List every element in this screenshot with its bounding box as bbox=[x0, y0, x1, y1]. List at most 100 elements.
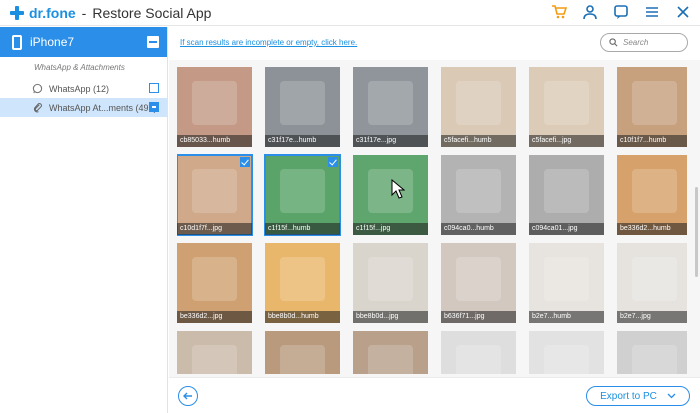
tile-caption: cb85033...humb bbox=[177, 135, 252, 147]
user-icon[interactable] bbox=[581, 3, 599, 21]
feedback-icon[interactable] bbox=[612, 3, 630, 21]
brand-name: dr.fone bbox=[29, 4, 76, 21]
tile-caption: c10d1f7f...jpg bbox=[177, 223, 252, 235]
menu-icon[interactable] bbox=[643, 3, 661, 21]
thumbnail-image bbox=[544, 81, 589, 126]
media-tile[interactable]: c5facefi...humb bbox=[441, 67, 516, 147]
sidebar: iPhone7 WhatsApp & Attachments WhatsApp … bbox=[0, 27, 168, 413]
thumbnail-image bbox=[280, 345, 325, 374]
media-tile[interactable]: c5facefi...jpg bbox=[529, 67, 604, 147]
search-placeholder: Search bbox=[623, 38, 649, 47]
search-icon bbox=[609, 38, 618, 47]
app-window: dr.fone - Restore Social App iPhone7 Wha… bbox=[0, 0, 700, 413]
app-logo: dr.fone bbox=[10, 5, 76, 21]
device-name: iPhone7 bbox=[30, 35, 75, 49]
chevron-down-icon[interactable] bbox=[667, 393, 676, 399]
tile-caption: c31f17e...humb bbox=[265, 135, 340, 147]
sidebar-item-label: WhatsApp At...ments (497) bbox=[49, 102, 157, 113]
titlebar-icons bbox=[550, 3, 692, 21]
media-tile[interactable]: c10f1f7...humb bbox=[617, 67, 687, 147]
tile-caption: c094ca01...jpg bbox=[529, 223, 604, 235]
thumbnail-image bbox=[632, 345, 677, 374]
media-tile[interactable]: bbe8b0d...humb bbox=[265, 243, 340, 323]
tile-caption: c31f17e...jpg bbox=[353, 135, 428, 147]
tile-checkbox[interactable] bbox=[240, 157, 250, 167]
media-tile[interactable]: c31f17e...humb bbox=[265, 67, 340, 147]
tile-caption: c5facefi...humb bbox=[441, 135, 516, 147]
thumbnail-image bbox=[456, 345, 501, 374]
whatsapp-icon bbox=[32, 83, 43, 94]
thumbnail-image bbox=[192, 169, 237, 214]
media-tile[interactable]: be336d2...jpg bbox=[177, 243, 252, 323]
section-label: WhatsApp & Attachments bbox=[34, 63, 125, 72]
thumbnail-image bbox=[192, 257, 237, 302]
scan-hint-link[interactable]: If scan results are incomplete or empty,… bbox=[180, 38, 357, 47]
thumbnail-image bbox=[456, 257, 501, 302]
thumbnail-image bbox=[192, 81, 237, 126]
main-panel: If scan results are incomplete or empty,… bbox=[169, 27, 700, 413]
app-title: Restore Social App bbox=[92, 4, 212, 21]
tile-caption: b636f71...jpg bbox=[441, 311, 516, 323]
close-icon[interactable] bbox=[674, 3, 692, 21]
device-header[interactable]: iPhone7 bbox=[0, 27, 167, 57]
sidebar-item-label: WhatsApp (12) bbox=[49, 83, 110, 94]
media-tile[interactable]: c10d1f7f...jpg bbox=[177, 154, 253, 236]
tile-caption: b2e7...jpg bbox=[617, 311, 687, 323]
tile-caption: b2e7...humb bbox=[529, 311, 604, 323]
cart-icon[interactable] bbox=[550, 3, 568, 21]
arrow-left-icon bbox=[183, 392, 192, 400]
media-tile[interactable]: 497 files in... bbox=[617, 331, 687, 374]
media-tile[interactable]: c094ca0...humb bbox=[441, 155, 516, 235]
device-collapse-checkbox[interactable] bbox=[147, 36, 159, 48]
media-tile[interactable] bbox=[177, 331, 252, 374]
search-input[interactable]: Search bbox=[600, 33, 688, 52]
thumbnail-image bbox=[456, 169, 501, 214]
media-tile[interactable]: cb85033...humb bbox=[177, 67, 252, 147]
main-topbar: If scan results are incomplete or empty,… bbox=[169, 27, 700, 60]
thumbnail-image bbox=[632, 257, 677, 302]
thumbnail-image bbox=[632, 169, 677, 214]
thumbnail-image bbox=[456, 81, 501, 126]
whatsapp-checkbox[interactable] bbox=[149, 83, 159, 93]
bottom-bar: Export to PC bbox=[169, 377, 700, 413]
media-tile[interactable] bbox=[529, 331, 604, 374]
phone-icon bbox=[12, 34, 22, 50]
media-tile[interactable]: c31f17e...jpg bbox=[353, 67, 428, 147]
thumbnail-image bbox=[280, 81, 325, 126]
thumbnail-image bbox=[544, 257, 589, 302]
media-tile[interactable]: be336d2...humb bbox=[617, 155, 687, 235]
thumbnail-image bbox=[632, 81, 677, 126]
media-tile[interactable] bbox=[441, 331, 516, 374]
grid-scrollbar[interactable] bbox=[694, 67, 699, 374]
sidebar-item-whatsapp-attachments[interactable]: WhatsApp At...ments (497) bbox=[0, 98, 167, 117]
tile-caption: c1f15f...humb bbox=[265, 223, 340, 235]
media-tile[interactable]: bbe8b0d...jpg bbox=[353, 243, 428, 323]
media-tile[interactable] bbox=[265, 331, 340, 374]
thumbnail-image bbox=[544, 345, 589, 374]
mouse-cursor-icon bbox=[391, 179, 405, 199]
attachments-checkbox[interactable] bbox=[149, 102, 159, 112]
media-tile[interactable]: b2e7...jpg bbox=[617, 243, 687, 323]
thumbnail-image bbox=[544, 169, 589, 214]
media-tile[interactable]: b636f71...jpg bbox=[441, 243, 516, 323]
title-separator: - bbox=[81, 4, 87, 21]
sidebar-item-whatsapp[interactable]: WhatsApp (12) bbox=[0, 79, 167, 98]
media-tile[interactable]: c094ca01...jpg bbox=[529, 155, 604, 235]
media-grid: cb85033...humb c31f17e...humb c31f17e...jp… bbox=[177, 67, 687, 374]
tile-caption: bbe8b0d...humb bbox=[265, 311, 340, 323]
scrollbar-thumb[interactable] bbox=[695, 187, 698, 277]
thumbnail-image bbox=[368, 345, 413, 374]
tile-checkbox[interactable] bbox=[328, 157, 338, 167]
tile-caption: c10f1f7...humb bbox=[617, 135, 687, 147]
attachment-icon bbox=[32, 102, 43, 113]
tile-caption: c094ca0...humb bbox=[441, 223, 516, 235]
media-tile[interactable]: c1f15f...humb bbox=[264, 154, 341, 236]
back-button[interactable] bbox=[178, 386, 198, 406]
thumbnail-image bbox=[280, 257, 325, 302]
tile-caption: c1f15f...jpg bbox=[353, 223, 428, 235]
media-tile[interactable]: b2e7...humb bbox=[529, 243, 604, 323]
export-to-pc-button[interactable]: Export to PC bbox=[586, 386, 690, 406]
media-tile[interactable] bbox=[353, 331, 428, 374]
plus-logo-icon bbox=[10, 5, 24, 20]
thumbnail-image bbox=[192, 345, 237, 374]
